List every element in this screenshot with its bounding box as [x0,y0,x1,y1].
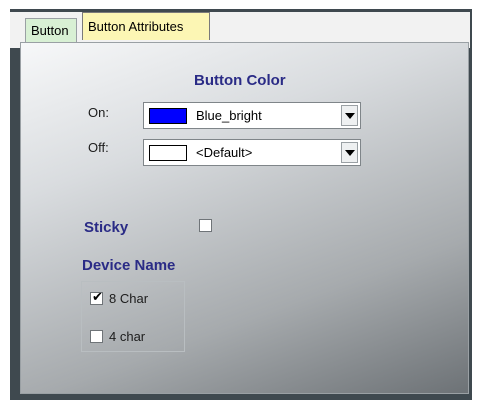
on-color-select[interactable]: Blue_bright [143,102,361,129]
on-color-dropdown-button[interactable] [341,105,358,126]
tab-button[interactable]: Button [25,18,77,42]
tab-button-label: Button [31,23,69,38]
off-color-dropdown-button[interactable] [341,142,358,163]
chevron-down-icon [345,113,355,119]
off-color-swatch [149,145,187,161]
sticky-label: Sticky [84,219,129,236]
check-icon: ✔ [92,290,103,305]
off-color-select[interactable]: <Default> [143,139,361,166]
checkbox-8-char[interactable]: ✔ [90,290,103,305]
off-label: Off: [88,140,109,155]
button-color-heading: Button Color [194,72,286,89]
on-color-swatch [149,108,187,124]
on-color-value: Blue_bright [196,108,262,123]
off-color-value: <Default> [196,145,253,160]
option-8-char-label: 8 Char [109,291,149,306]
option-4-char-label: 4 char [109,329,146,344]
sticky-checkbox[interactable] [199,219,212,232]
on-label: On: [88,105,109,120]
checkbox-4-char[interactable] [90,330,103,343]
tab-button-attributes-label: Button Attributes [88,19,184,34]
tab-button-attributes[interactable]: Button Attributes [82,12,210,40]
device-name-heading: Device Name [82,257,176,274]
chevron-down-icon [345,150,355,156]
